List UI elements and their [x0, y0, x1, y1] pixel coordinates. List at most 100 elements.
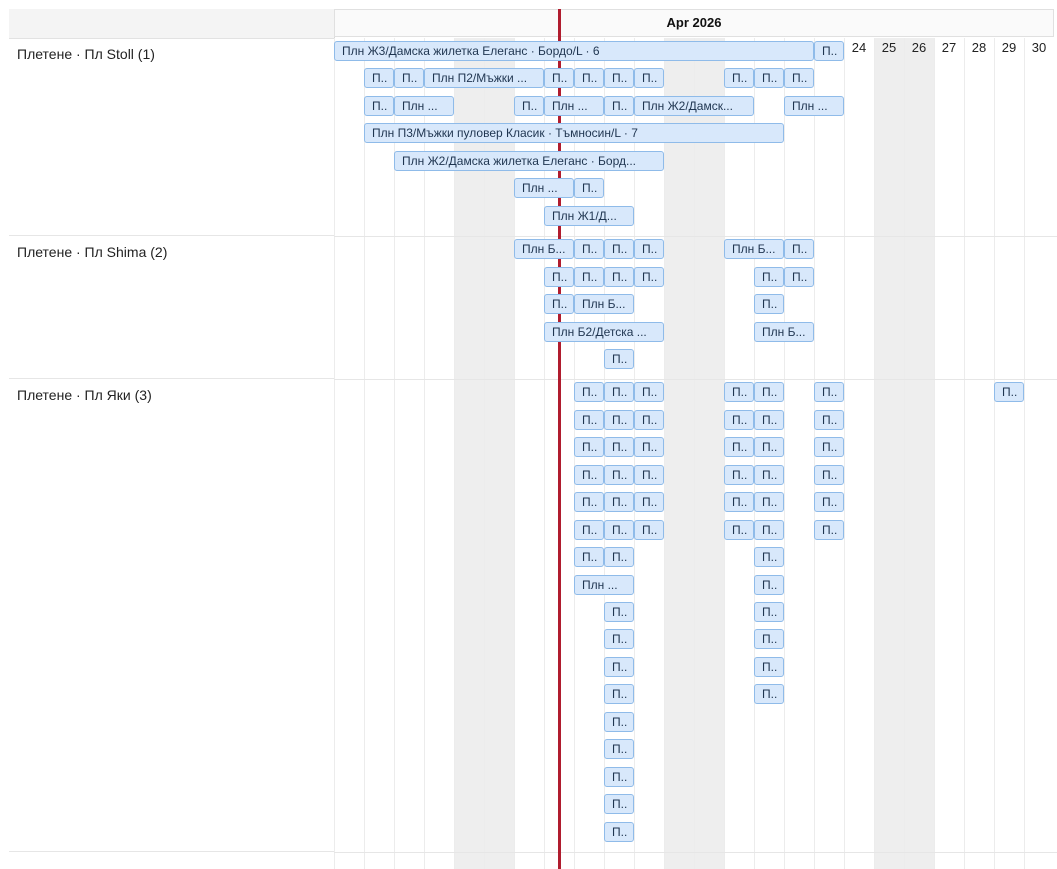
task-bar[interactable]: Плн ...: [784, 95, 844, 116]
task-bar[interactable]: П..: [544, 294, 574, 315]
resource-row[interactable]: Плетене · Пл Stoll (1): [9, 38, 334, 237]
task-bar[interactable]: П..: [604, 629, 634, 650]
task-bar[interactable]: П..: [724, 492, 754, 513]
task-bar[interactable]: П..: [364, 68, 394, 89]
task-bar[interactable]: Плн П3/Мъжки пуловер Класик · Тъмносин/L…: [364, 123, 784, 144]
task-bar[interactable]: П..: [574, 492, 604, 513]
task-bar[interactable]: П..: [754, 519, 784, 540]
task-bar[interactable]: П..: [754, 266, 784, 287]
task-bar[interactable]: П..: [574, 547, 604, 568]
task-bar[interactable]: П..: [604, 547, 634, 568]
task-bar[interactable]: Плн ...: [514, 178, 574, 199]
task-bar[interactable]: П..: [574, 178, 604, 199]
task-bar[interactable]: П..: [754, 294, 784, 315]
task-bar[interactable]: П..: [724, 68, 754, 89]
task-bar[interactable]: П..: [544, 68, 574, 89]
task-bar[interactable]: П..: [604, 437, 634, 458]
task-bar[interactable]: П..: [634, 437, 664, 458]
task-bar[interactable]: П..: [724, 382, 754, 403]
task-bar[interactable]: П..: [604, 266, 634, 287]
task-bar[interactable]: Плн Б2/Детска ...: [544, 321, 664, 342]
task-bar[interactable]: Плн Б...: [724, 239, 784, 260]
task-bar[interactable]: П..: [784, 239, 814, 260]
task-bar[interactable]: П..: [514, 95, 544, 116]
task-bar[interactable]: П..: [754, 437, 784, 458]
task-bar[interactable]: П..: [604, 711, 634, 732]
task-bar[interactable]: П..: [814, 492, 844, 513]
task-bar[interactable]: П..: [634, 68, 664, 89]
task-bar[interactable]: П..: [634, 266, 664, 287]
task-bar[interactable]: П..: [574, 68, 604, 89]
task-bar[interactable]: П..: [724, 519, 754, 540]
task-bar[interactable]: П..: [604, 409, 634, 430]
task-bar[interactable]: П..: [814, 437, 844, 458]
task-bar[interactable]: Плн Ж2/Дамск...: [634, 95, 754, 116]
task-bar[interactable]: П..: [634, 464, 664, 485]
task-bar[interactable]: П..: [724, 437, 754, 458]
task-bar[interactable]: П..: [604, 602, 634, 622]
task-bar[interactable]: П..: [634, 239, 664, 260]
task-bar[interactable]: П..: [754, 656, 784, 677]
task-bar[interactable]: П..: [784, 266, 814, 287]
task-bar[interactable]: Плн Ж3/Дамска жилетка Елеганс · Бордо/L …: [334, 41, 814, 61]
task-bar[interactable]: П..: [604, 684, 634, 705]
task-bar[interactable]: П..: [604, 821, 634, 842]
task-bar[interactable]: П..: [364, 95, 394, 116]
task-bar[interactable]: Плн Б...: [754, 321, 814, 342]
task-bar[interactable]: П..: [574, 437, 604, 458]
task-bar[interactable]: П..: [604, 492, 634, 513]
task-bar[interactable]: П..: [754, 382, 784, 403]
task-bar[interactable]: П..: [814, 409, 844, 430]
task-bar[interactable]: П..: [754, 574, 784, 595]
task-bar[interactable]: П..: [604, 464, 634, 485]
task-bar[interactable]: П..: [604, 656, 634, 677]
task-bar[interactable]: Плн ...: [574, 574, 634, 595]
task-bar[interactable]: П..: [814, 41, 844, 61]
task-bar[interactable]: Плн Б...: [574, 294, 634, 315]
task-bar[interactable]: П..: [544, 266, 574, 287]
task-bar[interactable]: П..: [634, 382, 664, 403]
task-bar[interactable]: П..: [814, 464, 844, 485]
task-bar[interactable]: П..: [754, 464, 784, 485]
task-bar[interactable]: П..: [604, 766, 634, 787]
task-bar[interactable]: П..: [814, 519, 844, 540]
task-bar[interactable]: П..: [604, 794, 634, 815]
task-bar[interactable]: П..: [784, 68, 814, 89]
task-bar[interactable]: П..: [754, 409, 784, 430]
task-bar[interactable]: П..: [724, 464, 754, 485]
task-bar[interactable]: П..: [754, 629, 784, 650]
task-bar[interactable]: П..: [574, 266, 604, 287]
task-bar[interactable]: Плн П2/Мъжки ...: [424, 68, 544, 89]
task-bar[interactable]: П..: [574, 464, 604, 485]
task-bar[interactable]: П..: [604, 239, 634, 260]
task-bar[interactable]: П..: [574, 409, 604, 430]
task-bar[interactable]: П..: [604, 95, 634, 116]
task-bar[interactable]: Плн Ж1/Д...: [544, 205, 634, 226]
task-bar[interactable]: П..: [604, 739, 634, 760]
task-bar[interactable]: П..: [604, 382, 634, 403]
task-bar[interactable]: П..: [754, 492, 784, 513]
task-bar[interactable]: П..: [394, 68, 424, 89]
task-bar[interactable]: Плн ...: [544, 95, 604, 116]
task-bar[interactable]: П..: [994, 382, 1024, 403]
resource-row[interactable]: Плетене · Пл Яки (3): [9, 379, 334, 853]
task-bar[interactable]: П..: [754, 547, 784, 568]
task-bar[interactable]: П..: [604, 519, 634, 540]
task-bar[interactable]: П..: [574, 519, 604, 540]
task-bar[interactable]: П..: [634, 519, 664, 540]
task-bar[interactable]: П..: [814, 382, 844, 403]
task-bar[interactable]: П..: [634, 409, 664, 430]
task-bar[interactable]: П..: [604, 348, 634, 369]
task-bar[interactable]: П..: [724, 409, 754, 430]
task-bar[interactable]: Плн ...: [394, 95, 454, 116]
task-bar[interactable]: П..: [634, 492, 664, 513]
task-bar[interactable]: П..: [754, 602, 784, 622]
task-bar[interactable]: Плн Ж2/Дамска жилетка Елеганс · Борд...: [394, 150, 664, 171]
task-bar[interactable]: П..: [574, 382, 604, 403]
resource-row[interactable]: Плетене · Пл Shima (2): [9, 236, 334, 380]
task-bar[interactable]: П..: [754, 684, 784, 705]
task-bar[interactable]: П..: [574, 239, 604, 260]
task-bar[interactable]: Плн Б...: [514, 239, 574, 260]
task-bar[interactable]: П..: [754, 68, 784, 89]
task-bar[interactable]: П..: [604, 68, 634, 89]
